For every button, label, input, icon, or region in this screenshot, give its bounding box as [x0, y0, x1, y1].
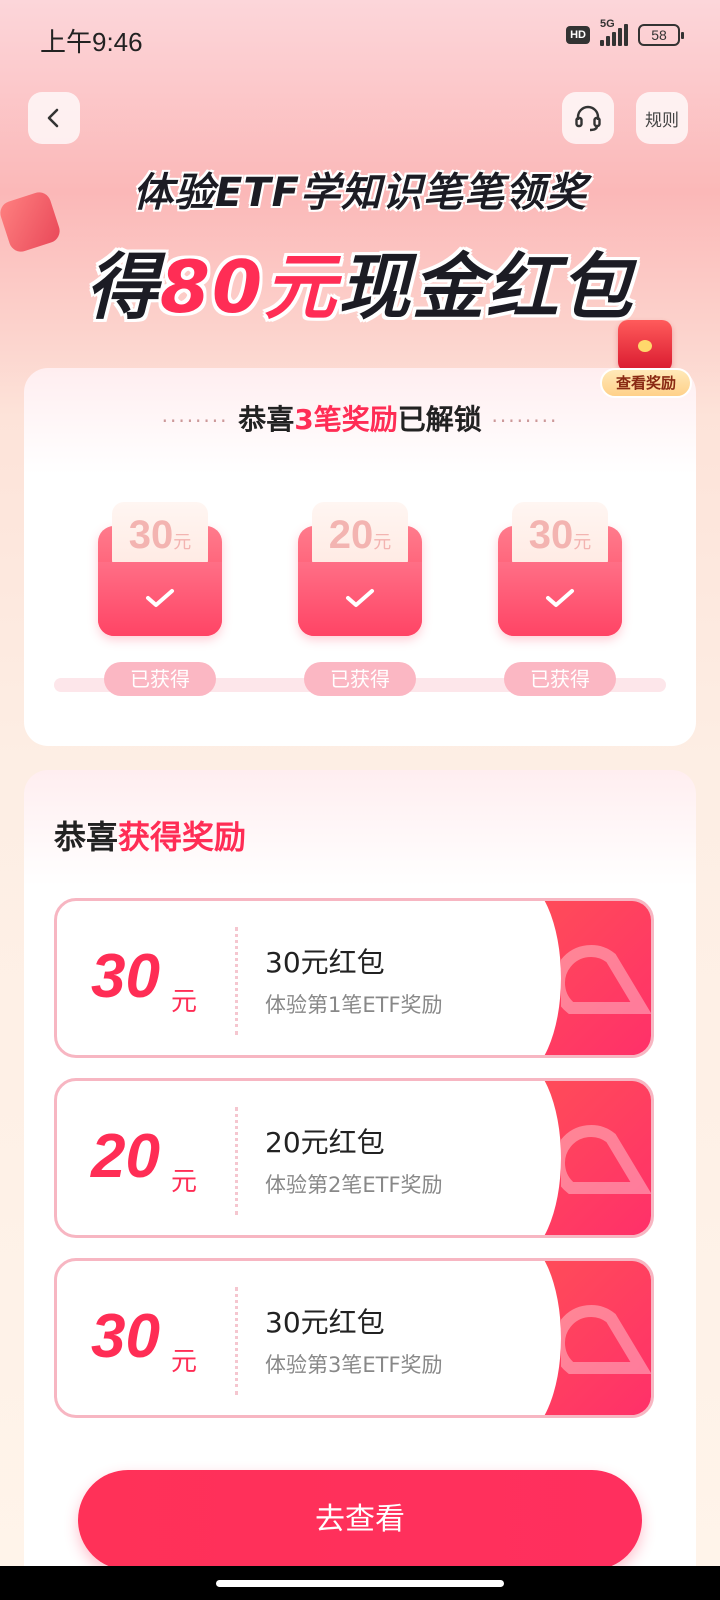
customer-service-button[interactable] — [562, 92, 614, 144]
brand-logo-icon — [561, 1305, 651, 1374]
coupon-title: 30元红包 — [265, 946, 385, 979]
hero-subtitle: 体验ETF学知识笔笔领奖 — [133, 170, 587, 216]
battery-icon: 58 — [638, 24, 684, 46]
back-button[interactable] — [28, 92, 80, 144]
unlock-card-title: ········ 恭喜3笔奖励已解锁 ········ — [161, 403, 559, 436]
check-icon — [546, 589, 574, 607]
coupon-amount-unit: 元 — [171, 1347, 198, 1377]
hero-title-suffix: 现金红包 — [338, 245, 635, 329]
check-icon — [146, 589, 174, 607]
reward-status-tag: 已获得 — [304, 662, 416, 696]
coupon-subtitle: 体验第1笔ETF奖励 — [265, 993, 443, 1017]
rules-button[interactable]: 规则 — [636, 92, 688, 144]
network-type: 5G — [600, 18, 615, 30]
chevron-left-icon — [47, 108, 59, 128]
coupon-item[interactable]: 30 元 30元红包 体验第1笔ETF奖励 — [54, 898, 654, 1058]
brand-logo-icon — [561, 1125, 651, 1194]
coupon-stub — [471, 1081, 651, 1235]
brand-logo-icon — [561, 945, 651, 1014]
reward-status-tag: 已获得 — [504, 662, 616, 696]
coupon-amount: 20 — [91, 1122, 160, 1191]
go-view-button[interactable]: 去查看 — [78, 1470, 642, 1570]
view-rewards-button[interactable]: 查看奖励 — [600, 320, 692, 404]
red-envelope-icon — [618, 320, 672, 372]
coupon-amount: 30 — [91, 1302, 160, 1371]
coupon-title: 20元红包 — [265, 1126, 385, 1159]
coupon-subtitle: 体验第2笔ETF奖励 — [265, 1173, 443, 1197]
headset-icon — [575, 105, 601, 132]
status-icons: HD 5G 58 — [566, 18, 684, 46]
coupon-subtitle: 体验第3笔ETF奖励 — [265, 1353, 443, 1377]
coupon-stub — [471, 1261, 651, 1415]
check-icon — [346, 589, 374, 607]
home-indicator[interactable] — [216, 1580, 504, 1587]
coupon-title: 30元红包 — [265, 1306, 385, 1339]
hero-title: 得80元现金红包 — [0, 228, 720, 333]
reward-status-tag: 已获得 — [104, 662, 216, 696]
view-rewards-label: 查看奖励 — [600, 368, 692, 398]
earned-rewards-title: 恭喜获得奖励 — [54, 818, 247, 856]
coupon-item[interactable]: 30 元 30元红包 体验第3笔ETF奖励 — [54, 1258, 654, 1418]
coupon-amount-unit: 元 — [171, 987, 198, 1017]
unlock-card: ········ 恭喜3笔奖励已解锁 ········ 30元 已获得 20元 … — [24, 368, 696, 746]
coupon-amount: 30 — [91, 942, 160, 1011]
signal-icon: 5G — [600, 18, 628, 46]
status-time: 上午9:46 — [40, 27, 143, 57]
coupon-amount-unit: 元 — [171, 1167, 198, 1197]
coupon-item[interactable]: 20 元 20元红包 体验第2笔ETF奖励 — [54, 1078, 654, 1238]
coupon-stub — [471, 901, 651, 1055]
hd-icon: HD — [566, 26, 590, 44]
hero-title-amount: 80元 — [159, 245, 339, 329]
status-bar: 上午9:46 HD 5G 58 — [0, 0, 720, 80]
hero-title-prefix: 得 — [85, 245, 160, 329]
